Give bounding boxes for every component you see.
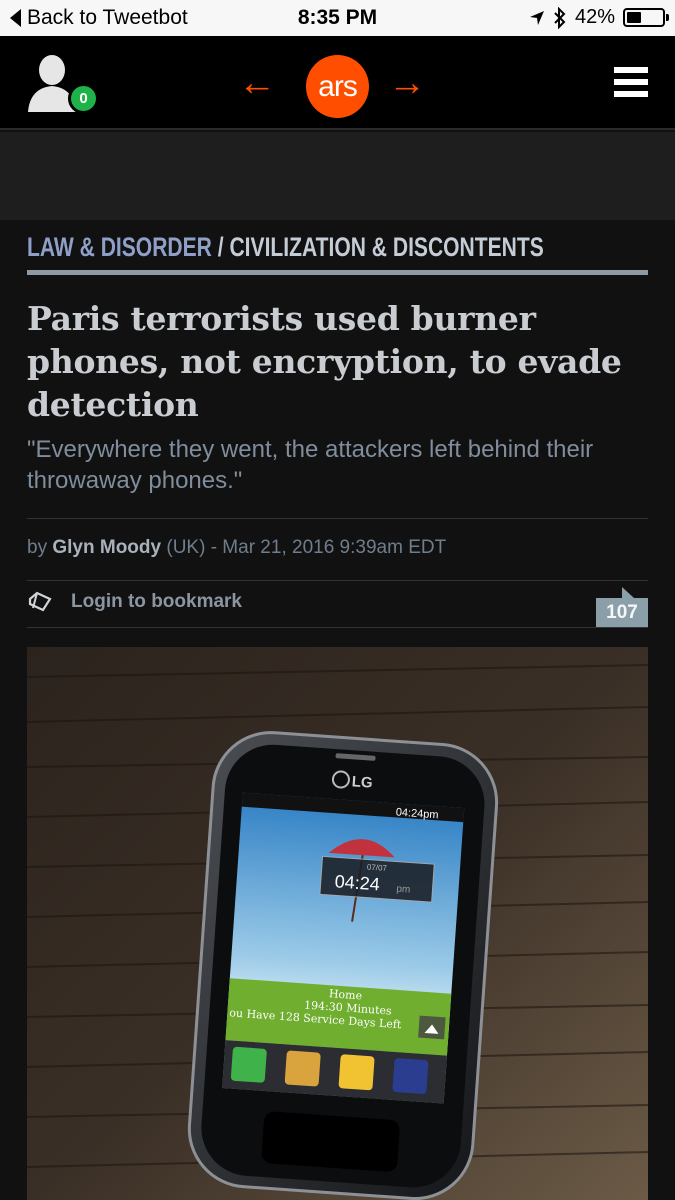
battery-fill: [627, 12, 641, 23]
previous-article-arrow-icon[interactable]: ←: [238, 64, 276, 102]
battery-percent: 42%: [574, 6, 615, 28]
site-header: 0 ← ars →: [0, 36, 675, 130]
byline-date: (UK) - Mar 21, 2016 9:39am EDT: [166, 537, 447, 558]
location-arrow-icon: [529, 10, 544, 25]
bookmark-button[interactable]: Login to bookmark: [27, 591, 242, 613]
battery-nub: [666, 14, 669, 21]
article-toolbar: Login to bookmark 107: [27, 581, 648, 627]
phone-widget-date: 07/07: [367, 863, 388, 873]
phone-widget-ampm: pm: [396, 884, 411, 896]
article-title: Paris terrorists used burner phones, not…: [27, 299, 622, 424]
burner-phone-photo: LG 04:24pm 07/07 04:24 pm Home 194:30 Mi…: [27, 647, 648, 1200]
phone-widget-time: 04:24: [334, 871, 380, 894]
menu-bar: [614, 79, 648, 85]
subsection-link[interactable]: Civilization & Discontents: [229, 232, 543, 262]
author-link[interactable]: Glyn Moody: [52, 537, 161, 558]
article-lead-image: LG 04:24pm 07/07 04:24 pm Home 194:30 Mi…: [27, 647, 648, 1200]
menu-bar: [614, 91, 648, 97]
section-link[interactable]: Law & Disorder: [27, 232, 212, 262]
menu-bar: [614, 67, 648, 73]
battery-icon: [623, 8, 669, 27]
ars-logo[interactable]: ars: [306, 55, 369, 118]
hamburger-menu-icon[interactable]: [614, 67, 648, 101]
phone-brand: LG: [351, 773, 373, 791]
notification-badge: 0: [68, 83, 99, 114]
article-subtitle: "Everywhere they went, the attackers lef…: [27, 436, 594, 494]
breadcrumb: Law & Disorder / Civilization & Disconte…: [27, 220, 651, 262]
comment-count: 107: [596, 598, 648, 627]
bookmark-label: Login to bookmark: [71, 591, 242, 612]
bluetooth-icon: [554, 6, 566, 29]
status-indicators: 42%: [529, 6, 669, 29]
section-rule: [27, 270, 648, 275]
ios-status-bar: Back to Tweetbot 8:35 PM 42%: [0, 0, 675, 36]
byline: by Glyn Moody (UK) - Mar 21, 2016 9:39am…: [27, 518, 648, 580]
bookmark-tag-icon: [28, 591, 52, 612]
breadcrumb-separator: /: [217, 232, 224, 262]
article-header: Law & Disorder / Civilization & Disconte…: [27, 220, 648, 628]
comments-button[interactable]: 107: [596, 587, 648, 627]
comment-bubble-tail: [622, 587, 634, 598]
ad-banner-area: [0, 132, 675, 220]
byline-prefix: by: [27, 537, 48, 558]
divider: [27, 627, 648, 628]
next-article-arrow-icon[interactable]: →: [388, 64, 426, 102]
